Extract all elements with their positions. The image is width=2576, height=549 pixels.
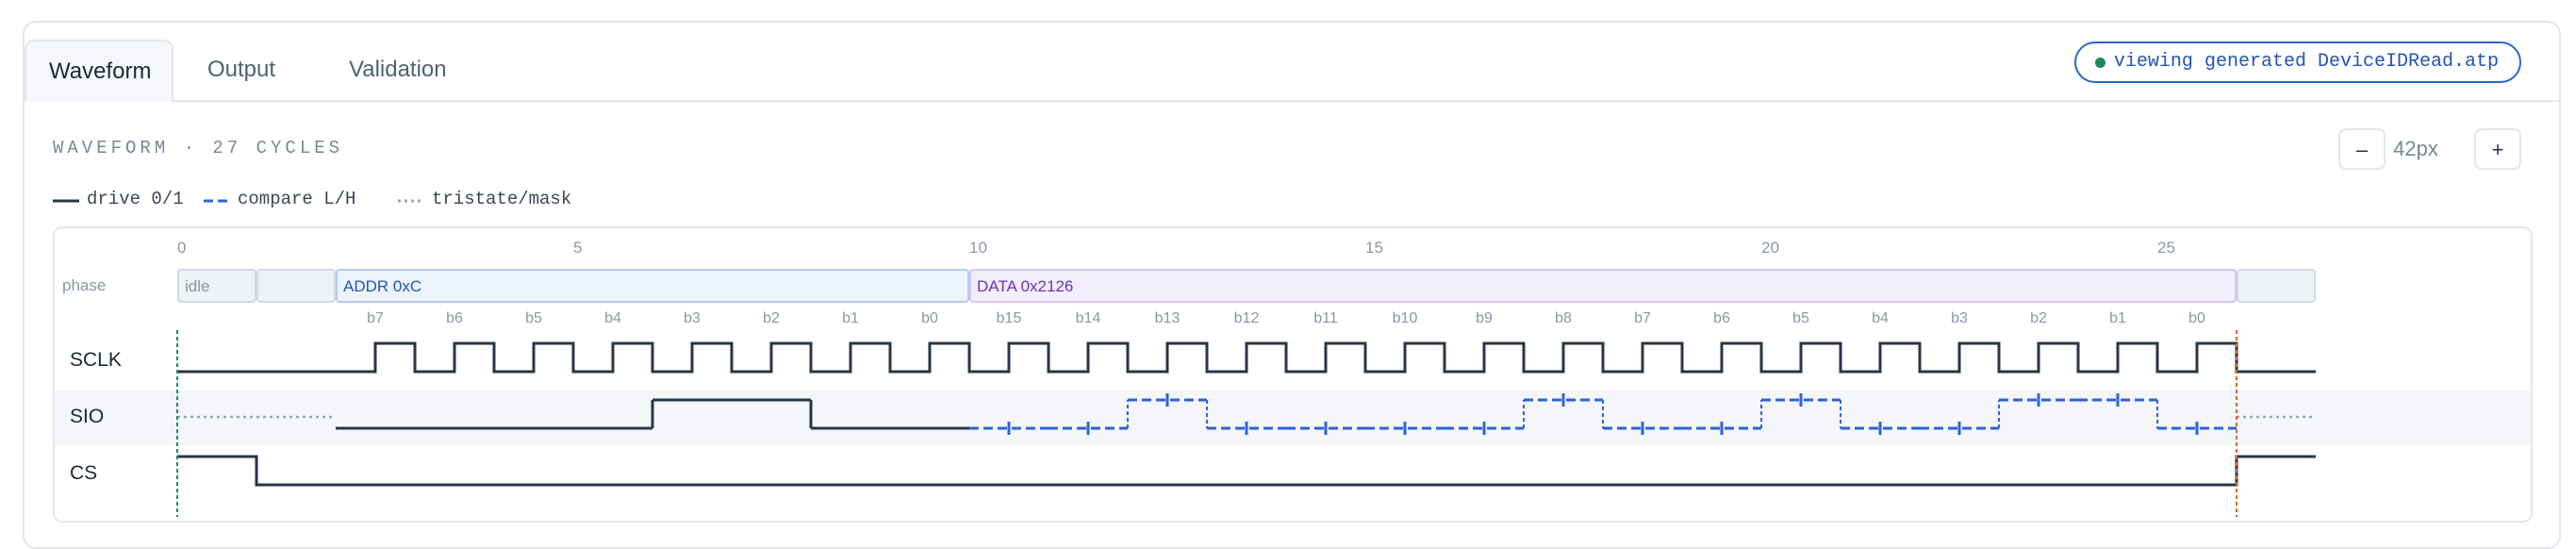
- bit-label: b8: [1555, 310, 1572, 326]
- bit-label: b7: [367, 310, 384, 326]
- bit-label: b13: [1155, 310, 1181, 326]
- cycle-tick-label: 25: [2157, 239, 2175, 257]
- bit-label: b0: [2188, 310, 2205, 326]
- tab-output[interactable]: Output: [185, 40, 298, 100]
- cycle-tick-label: 5: [573, 239, 582, 257]
- status-pill: viewing generated DeviceIDRead.atp: [2073, 42, 2521, 83]
- bit-label: b10: [1393, 310, 1418, 326]
- zoom-out-button[interactable]: –: [2338, 128, 2386, 170]
- bit-label: b9: [1476, 310, 1493, 326]
- phase-box: [256, 269, 336, 303]
- tristate-line-icon: [398, 199, 424, 203]
- bit-label: b7: [1634, 310, 1651, 326]
- waveform-title: WAVEFORM · 27 CYCLES: [53, 138, 344, 158]
- bit-label: b4: [1872, 310, 1889, 326]
- legend-drive-label: drive 0/1: [87, 189, 184, 209]
- signal-name-sio: SIO: [70, 406, 104, 427]
- waveform-plot: 0 5 10 15 20 25 phase idle ADDR 0xC DATA 0x2126 b7…: [53, 226, 2533, 523]
- tab-bar: Waveform Output Validation viewing gener…: [25, 23, 2559, 102]
- tab-validation[interactable]: Validation: [326, 40, 470, 100]
- cycle-tick-label: 15: [1365, 239, 1383, 257]
- bit-label: b14: [1076, 310, 1101, 326]
- waveform-canvas: 0 5 10 15 20 25 phase idle ADDR 0xC DATA 0x2126 b7…: [55, 239, 2531, 517]
- cycle-tick-label: 0: [177, 239, 186, 257]
- legend-tristate-label: tristate/mask: [432, 189, 572, 209]
- sclk-waveform: [177, 341, 2316, 374]
- drive-line-icon: [53, 199, 79, 203]
- phase-label: ADDR 0xC: [343, 277, 421, 295]
- bit-label: b11: [1313, 310, 1338, 326]
- status-pill-text: viewing generated DeviceIDRead.atp: [2113, 51, 2499, 73]
- compare-line-icon: [204, 199, 230, 203]
- legend-compare-label: compare L/H: [238, 189, 356, 209]
- cs-waveform: [177, 455, 2316, 487]
- zoom-level: 42px: [2393, 137, 2438, 160]
- tab-waveform[interactable]: Waveform: [25, 40, 173, 102]
- waveform-panel: Waveform Output Validation viewing gener…: [23, 21, 2561, 549]
- bit-label: b15: [997, 310, 1022, 326]
- zoom-in-button[interactable]: +: [2474, 128, 2521, 170]
- bit-label: b1: [842, 310, 859, 326]
- bit-label: b6: [1713, 310, 1730, 326]
- bit-label: b2: [763, 310, 780, 326]
- phase-label: DATA 0x2126: [977, 277, 1073, 295]
- status-dot-icon: [2094, 58, 2105, 68]
- bit-label: b5: [1792, 310, 1809, 326]
- cycle-tick-label: 10: [969, 239, 987, 257]
- bit-label: b2: [2030, 310, 2047, 326]
- bit-label: b3: [684, 310, 701, 326]
- cycle-tick-label: 20: [1761, 239, 1779, 257]
- bit-label: b3: [1951, 310, 1968, 326]
- sio-row-shade: [55, 391, 2531, 445]
- bit-label: b12: [1234, 310, 1260, 326]
- phase-box: [969, 269, 2237, 303]
- phase-box: [336, 269, 969, 303]
- bit-label: b0: [921, 310, 938, 326]
- signal-name-sclk: SCLK: [70, 349, 122, 371]
- bit-label: b5: [525, 310, 542, 326]
- phase-box: [2237, 269, 2316, 303]
- bit-label: b4: [604, 310, 621, 326]
- bit-label: b6: [446, 310, 463, 326]
- bit-label: b1: [2109, 310, 2126, 326]
- phase-row-label: phase: [62, 276, 106, 294]
- signal-name-cs: CS: [70, 462, 97, 484]
- phase-label: idle: [185, 277, 209, 295]
